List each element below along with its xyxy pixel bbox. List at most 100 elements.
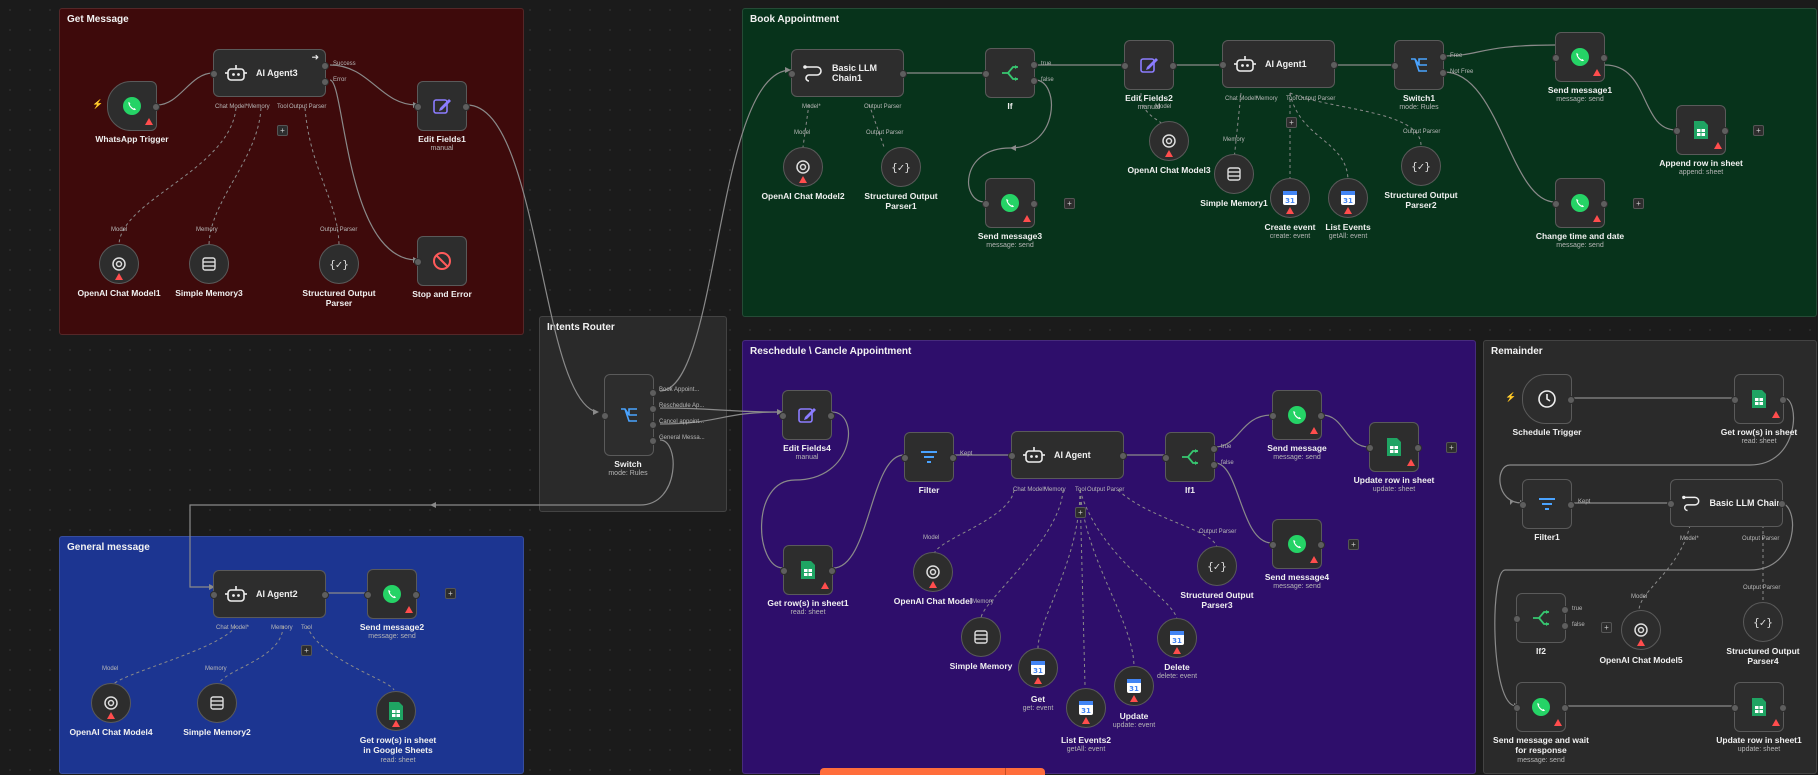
add-node-button[interactable]: + xyxy=(1348,539,1359,550)
input-port[interactable] xyxy=(780,567,788,575)
output-port[interactable] xyxy=(1567,501,1575,509)
input-port[interactable] xyxy=(788,70,796,78)
output-port[interactable] xyxy=(1561,704,1569,712)
output-port-false[interactable] xyxy=(1030,77,1038,85)
input-port[interactable] xyxy=(1269,412,1277,420)
node-if1[interactable] xyxy=(1162,432,1218,482)
add-node-button[interactable]: + xyxy=(1446,442,1457,453)
output-port[interactable] xyxy=(321,591,329,599)
input-port[interactable] xyxy=(1519,501,1527,509)
output-port[interactable] xyxy=(1600,54,1608,62)
node-simple-memory2[interactable] xyxy=(197,683,237,723)
input-port[interactable] xyxy=(210,591,218,599)
workflow-canvas[interactable]: Get Message Book Appointment Intents Rou… xyxy=(0,0,1818,775)
node-simple-memory1[interactable] xyxy=(1214,154,1254,194)
output-port[interactable] xyxy=(1030,200,1038,208)
node-filter1[interactable] xyxy=(1519,479,1575,529)
output-port[interactable] xyxy=(1414,444,1422,452)
output-port-true[interactable] xyxy=(1561,606,1569,614)
input-port[interactable] xyxy=(1121,62,1129,70)
output-port[interactable] xyxy=(412,591,420,599)
output-port[interactable] xyxy=(1169,62,1177,70)
node-basic-llm-chain[interactable]: Basic LLM Chain xyxy=(1667,479,1786,527)
group-reschedule[interactable]: Reschedule \ Cancle Appointment xyxy=(742,340,1476,774)
input-port[interactable] xyxy=(982,200,990,208)
output-port[interactable] xyxy=(1600,200,1608,208)
node-if[interactable] xyxy=(982,48,1038,98)
node-simple-memory3[interactable] xyxy=(189,244,229,284)
add-node-button[interactable]: + xyxy=(445,588,456,599)
output-port[interactable] xyxy=(1330,61,1338,69)
input-port[interactable] xyxy=(1731,396,1739,404)
node-ai-agent1[interactable]: AI Agent1 xyxy=(1219,40,1338,88)
node-basic-llm-chain1[interactable]: Basic LLM Chain1 xyxy=(788,49,907,97)
output-port[interactable] xyxy=(827,412,835,420)
input-port[interactable] xyxy=(779,412,787,420)
input-port[interactable] xyxy=(1673,127,1681,135)
add-tool-button[interactable]: + xyxy=(301,645,312,656)
node-switch1[interactable] xyxy=(1391,40,1447,90)
output-port[interactable] xyxy=(1721,127,1729,135)
output-port[interactable] xyxy=(1778,500,1786,508)
output-port[interactable] xyxy=(649,437,657,445)
output-port[interactable] xyxy=(1119,452,1127,460)
output-port-true[interactable] xyxy=(1210,445,1218,453)
output-port[interactable] xyxy=(1779,396,1787,404)
input-port[interactable] xyxy=(1162,454,1170,462)
output-port[interactable] xyxy=(1317,541,1325,549)
input-port[interactable] xyxy=(1513,704,1521,712)
node-filter[interactable] xyxy=(901,432,957,482)
output-port[interactable] xyxy=(1567,396,1575,404)
input-port[interactable] xyxy=(1269,541,1277,549)
output-port[interactable] xyxy=(649,421,657,429)
input-port[interactable] xyxy=(1731,704,1739,712)
add-tool-button[interactable]: + xyxy=(1286,117,1297,128)
input-port[interactable] xyxy=(414,103,422,111)
input-port[interactable] xyxy=(1219,61,1227,69)
node-ai-agent[interactable]: AI Agent xyxy=(1008,431,1127,479)
node-structured-output-parser1[interactable]: {✓} xyxy=(881,147,921,187)
output-port-not-free[interactable] xyxy=(1439,69,1447,77)
output-port[interactable] xyxy=(152,103,160,111)
input-port[interactable] xyxy=(1667,500,1675,508)
node-structured-output-parser4[interactable]: {✓} xyxy=(1743,602,1783,642)
node-structured-output-parser3[interactable]: {✓} xyxy=(1197,546,1237,586)
output-port[interactable] xyxy=(462,103,470,111)
input-port[interactable] xyxy=(210,70,218,78)
output-port[interactable] xyxy=(828,567,836,575)
output-port[interactable] xyxy=(649,389,657,397)
input-port[interactable] xyxy=(1366,444,1374,452)
input-port[interactable] xyxy=(1552,200,1560,208)
input-port[interactable] xyxy=(1552,54,1560,62)
add-tool-button[interactable]: + xyxy=(277,125,288,136)
output-port[interactable] xyxy=(649,405,657,413)
input-port[interactable] xyxy=(1391,62,1399,70)
input-port[interactable] xyxy=(982,70,990,78)
node-edit-fields1[interactable] xyxy=(414,81,470,131)
node-if2[interactable] xyxy=(1513,593,1569,643)
input-port[interactable] xyxy=(901,454,909,462)
input-port[interactable] xyxy=(601,412,609,420)
node-stop-and-error[interactable] xyxy=(414,236,467,286)
node-edit-fields2[interactable] xyxy=(1121,40,1177,90)
add-node-button[interactable]: + xyxy=(1064,198,1075,209)
output-port-true[interactable] xyxy=(1030,61,1038,69)
node-simple-memory[interactable] xyxy=(961,617,1001,657)
add-node-button[interactable]: + xyxy=(1633,198,1644,209)
add-tool-button[interactable]: + xyxy=(1075,507,1086,518)
output-port-free[interactable] xyxy=(1439,53,1447,61)
output-port[interactable] xyxy=(899,70,907,78)
output-port-false[interactable] xyxy=(1210,461,1218,469)
output-port[interactable] xyxy=(1779,704,1787,712)
input-port[interactable] xyxy=(364,591,372,599)
output-port-error[interactable] xyxy=(321,78,329,86)
node-ai-agent2[interactable]: AI Agent2 xyxy=(210,570,329,618)
node-switch[interactable] xyxy=(601,374,657,456)
node-schedule-trigger[interactable] xyxy=(1522,374,1575,424)
execute-workflow-button[interactable] xyxy=(820,768,1045,775)
node-edit-fields4[interactable] xyxy=(779,390,835,440)
add-node-button[interactable]: + xyxy=(1601,622,1612,633)
node-structured-output-parser[interactable]: {✓} xyxy=(319,244,359,284)
output-port[interactable] xyxy=(1317,412,1325,420)
input-port[interactable] xyxy=(1513,615,1521,623)
